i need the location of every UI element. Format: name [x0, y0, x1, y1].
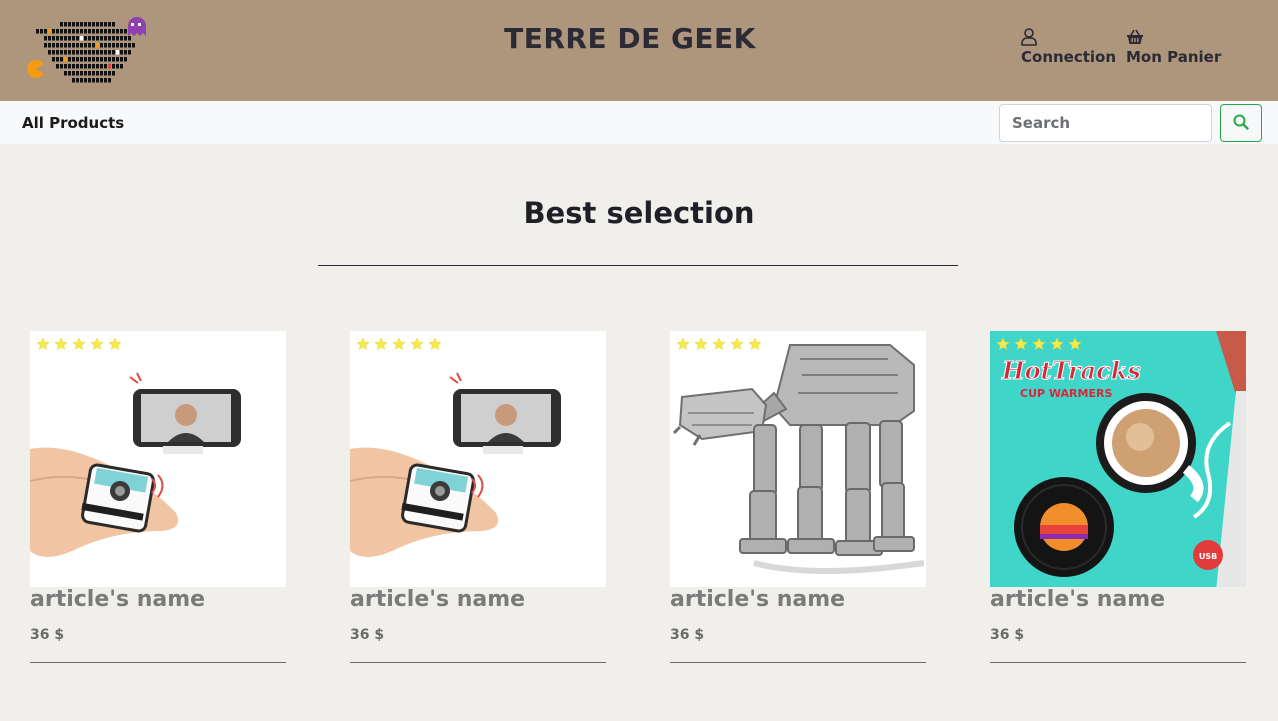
search-icon — [1233, 114, 1249, 133]
product-price: 36 $ — [30, 627, 65, 643]
card-divider — [990, 662, 1246, 663]
star-icon — [676, 337, 690, 350]
cart-link[interactable]: Mon Panier — [1126, 28, 1221, 66]
svg-text:CUP WARMERS: CUP WARMERS — [1020, 387, 1112, 400]
card-divider — [350, 662, 606, 663]
site-header: TERRE DE GEEK Connection Mon Panier — [0, 0, 1278, 101]
section-divider — [318, 265, 958, 266]
star-icon — [90, 337, 104, 350]
connection-label: Connection — [1021, 48, 1117, 66]
product-image-selfie-remote[interactable] — [30, 331, 286, 587]
star-icon — [1050, 337, 1064, 350]
star-icon — [1032, 337, 1046, 350]
product-price: 36 $ — [350, 627, 385, 643]
user-icon — [1021, 28, 1039, 46]
star-icon — [748, 337, 762, 350]
all-products-link[interactable]: All Products — [22, 114, 124, 132]
star-icon — [392, 337, 406, 350]
star-icon — [730, 337, 744, 350]
rating-stars — [676, 337, 762, 351]
product-card[interactable]: article's name 36 $ — [30, 331, 286, 665]
product-image-cup-warmer[interactable]: USB HotTracks CUP WARMERS — [990, 331, 1246, 587]
connection-link[interactable]: Connection — [1021, 28, 1116, 66]
basket-icon — [1126, 28, 1144, 46]
product-name[interactable]: article's name — [350, 587, 525, 612]
product-price: 36 $ — [990, 627, 1025, 643]
svg-text:HotTracks: HotTracks — [1001, 356, 1141, 385]
product-name[interactable]: article's name — [670, 587, 845, 612]
star-icon — [694, 337, 708, 350]
star-icon — [36, 337, 50, 350]
star-icon — [996, 337, 1010, 350]
svg-text:USB: USB — [1199, 552, 1217, 561]
search-button[interactable] — [1220, 104, 1262, 142]
star-icon — [374, 337, 388, 350]
product-image-metal-walker[interactable] — [670, 331, 926, 587]
card-divider — [30, 662, 286, 663]
star-icon — [108, 337, 122, 350]
product-price: 36 $ — [670, 627, 705, 643]
cart-label: Mon Panier — [1126, 48, 1222, 66]
product-name[interactable]: article's name — [990, 587, 1165, 612]
rating-stars — [996, 337, 1082, 351]
product-name[interactable]: article's name — [30, 587, 205, 612]
search-input[interactable] — [999, 104, 1212, 142]
star-icon — [1014, 337, 1028, 350]
rating-stars — [356, 337, 442, 351]
star-icon — [1068, 337, 1082, 350]
product-card[interactable]: article's name 36 $ — [350, 331, 606, 665]
card-divider — [670, 662, 926, 663]
rating-stars — [36, 337, 122, 351]
star-icon — [428, 337, 442, 350]
star-icon — [356, 337, 370, 350]
product-card[interactable]: USB HotTracks CUP WARMERS article's name… — [990, 331, 1246, 665]
star-icon — [72, 337, 86, 350]
star-icon — [712, 337, 726, 350]
star-icon — [54, 337, 68, 350]
product-card[interactable]: article's name 36 $ — [670, 331, 926, 665]
star-icon — [410, 337, 424, 350]
section-title: Best selection — [523, 196, 755, 230]
product-image-selfie-remote[interactable] — [350, 331, 606, 587]
